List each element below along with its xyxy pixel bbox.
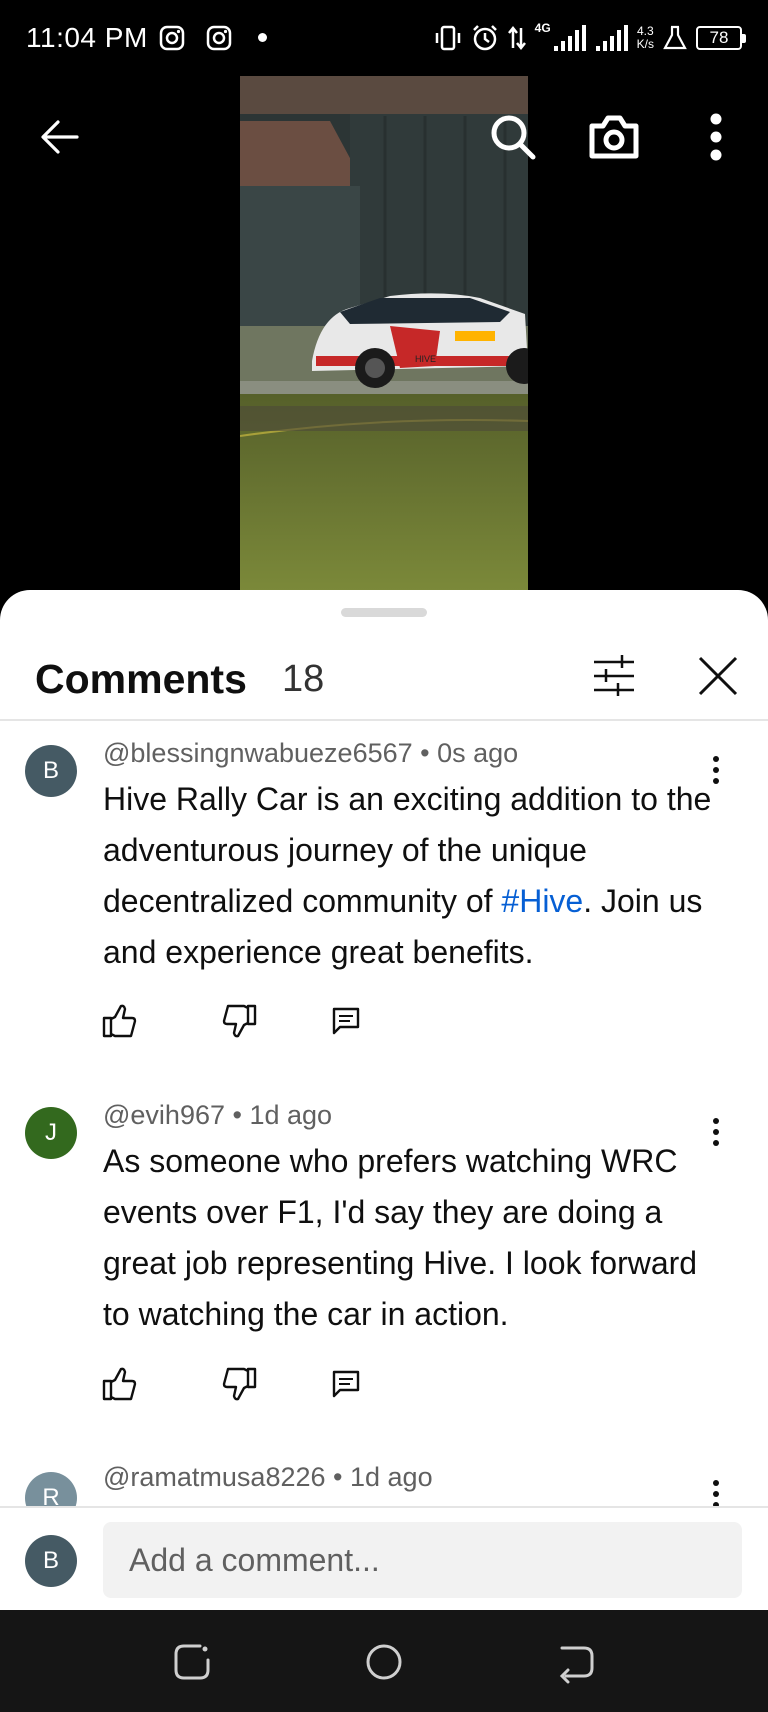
meta-separator: • xyxy=(333,1462,350,1492)
add-comment-input[interactable] xyxy=(103,1522,742,1598)
comments-sheet: Comments 18 B @blessingnwabueze6567 • 0s… xyxy=(0,590,768,1610)
network-speed-unit: K/s xyxy=(636,37,654,51)
comment-meta: @ramatmusa8226 • 1d ago xyxy=(103,1462,433,1493)
comment-time: 0s ago xyxy=(437,738,519,768)
alarm-icon xyxy=(472,25,497,51)
video-player[interactable]: HIVE xyxy=(0,76,768,596)
comment-meta: @evih967 • 1d ago xyxy=(103,1100,332,1131)
search-button[interactable] xyxy=(478,102,548,172)
header-divider xyxy=(0,719,768,721)
hashtag-link[interactable]: #Hive xyxy=(501,883,583,919)
comment-text: Hive Rally Car is an exciting addition t… xyxy=(103,774,723,978)
camera-icon xyxy=(589,115,639,159)
network-speed: 4.3 K/s xyxy=(637,25,654,51)
more-vertical-icon xyxy=(710,113,722,161)
more-options-button[interactable] xyxy=(681,102,751,172)
signal-strength-icon xyxy=(595,25,628,51)
vibrate-icon xyxy=(435,25,460,51)
network-type: 4G xyxy=(534,21,551,35)
instagram-notification-icon xyxy=(206,25,232,51)
status-bar: 11:04 PM 4G 4.3 K/s 78 xyxy=(0,0,768,76)
comment-meta: @blessingnwabueze6567 • 0s ago xyxy=(103,738,518,769)
back-arrow-icon xyxy=(41,120,79,154)
dislike-icon[interactable] xyxy=(219,1001,259,1041)
system-nav-bar xyxy=(0,1610,768,1712)
data-transfer-icon xyxy=(507,25,526,51)
flask-icon xyxy=(663,25,687,50)
avatar[interactable]: B xyxy=(25,745,77,797)
notification-dot-icon xyxy=(258,33,267,42)
reply-icon[interactable] xyxy=(326,1364,366,1404)
camera-button[interactable] xyxy=(579,102,649,172)
car-livery-text: HIVE xyxy=(415,354,436,364)
search-icon xyxy=(491,115,536,160)
dislike-icon[interactable] xyxy=(219,1364,259,1404)
like-icon[interactable] xyxy=(100,1364,140,1404)
comment-time: 1d ago xyxy=(350,1462,433,1492)
comment-text: As someone who prefers watching WRC even… xyxy=(103,1143,698,1332)
user-avatar[interactable]: B xyxy=(25,1535,77,1587)
status-time: 11:04 PM xyxy=(26,22,148,53)
filter-button[interactable] xyxy=(586,648,642,704)
drag-handle[interactable] xyxy=(341,608,427,617)
comments-title: Comments xyxy=(35,656,247,702)
comments-header: Comments 18 xyxy=(0,630,768,720)
like-icon[interactable] xyxy=(100,1001,140,1041)
instagram-notification-icon xyxy=(159,25,185,51)
comments-count: 18 xyxy=(282,658,325,700)
sliders-icon xyxy=(594,655,634,696)
status-icons: 4G 4.3 K/s 78 xyxy=(433,21,746,54)
back-button[interactable] xyxy=(25,102,95,172)
comment-author[interactable]: @ramatmusa8226 xyxy=(103,1462,326,1492)
close-button[interactable] xyxy=(690,648,746,704)
meta-separator: • xyxy=(420,738,438,768)
home-icon[interactable] xyxy=(362,1640,406,1684)
reply-icon[interactable] xyxy=(326,1001,366,1041)
meta-separator: • xyxy=(232,1100,250,1130)
add-comment-bar: B xyxy=(0,1506,768,1610)
back-nav-icon[interactable] xyxy=(554,1640,598,1684)
recents-icon[interactable] xyxy=(170,1640,214,1684)
comment-time: 1d ago xyxy=(249,1100,333,1130)
comment-author[interactable]: @evih967 xyxy=(103,1100,225,1130)
comment-author[interactable]: @blessingnwabueze6567 xyxy=(103,738,413,768)
signal-strength-icon xyxy=(553,25,586,51)
avatar[interactable]: J xyxy=(25,1107,77,1159)
close-icon xyxy=(698,656,738,696)
battery-indicator: 78 xyxy=(696,26,746,50)
